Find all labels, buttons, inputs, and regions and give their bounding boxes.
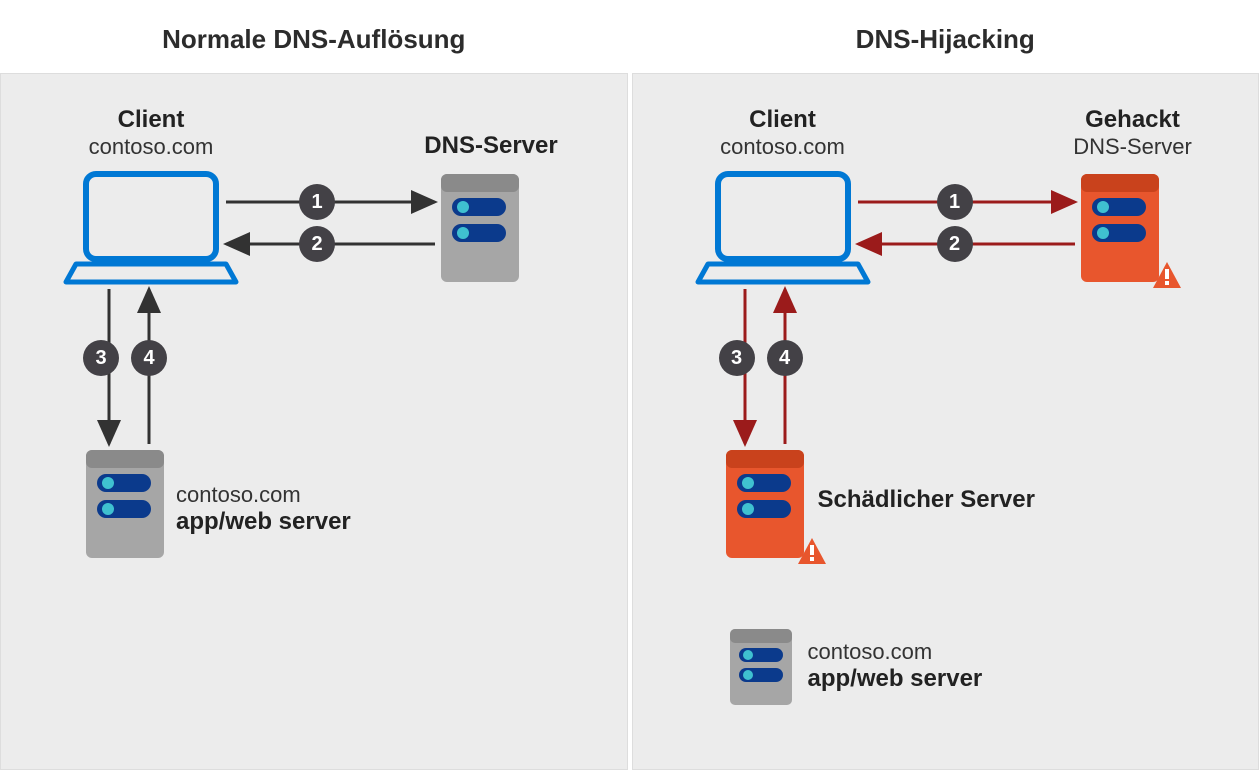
diagram-svg-normal	[1, 74, 626, 774]
panel-body-normal: Client contoso.com DNS-Server contoso.co…	[0, 73, 628, 770]
badge-2	[299, 226, 335, 262]
panel-title-hijack: DNS-Hijacking	[632, 0, 1259, 73]
panel-normal: Normale DNS-Auflösung Client contoso.com…	[0, 0, 628, 770]
badge-2-r	[937, 226, 973, 262]
panel-body-hijack: Client contoso.com Gehackt DNS-Server Sc…	[632, 73, 1259, 770]
app-server-icon	[86, 450, 164, 558]
laptop-icon	[66, 174, 236, 282]
malicious-server-icon	[726, 450, 826, 564]
laptop-icon-r	[698, 174, 868, 282]
badge-3	[83, 340, 119, 376]
diagram-svg-hijack	[633, 74, 1258, 774]
badge-1	[299, 184, 335, 220]
panel-hijack: DNS-Hijacking Client contoso.com Gehackt…	[632, 0, 1259, 770]
badge-4	[131, 340, 167, 376]
badge-1-r	[937, 184, 973, 220]
badge-4-r	[767, 340, 803, 376]
panel-title-normal: Normale DNS-Auflösung	[0, 0, 628, 73]
dns-server-icon	[441, 174, 519, 282]
hacked-dns-server-icon	[1081, 174, 1181, 288]
badge-3-r	[719, 340, 755, 376]
real-server-icon	[730, 629, 792, 705]
